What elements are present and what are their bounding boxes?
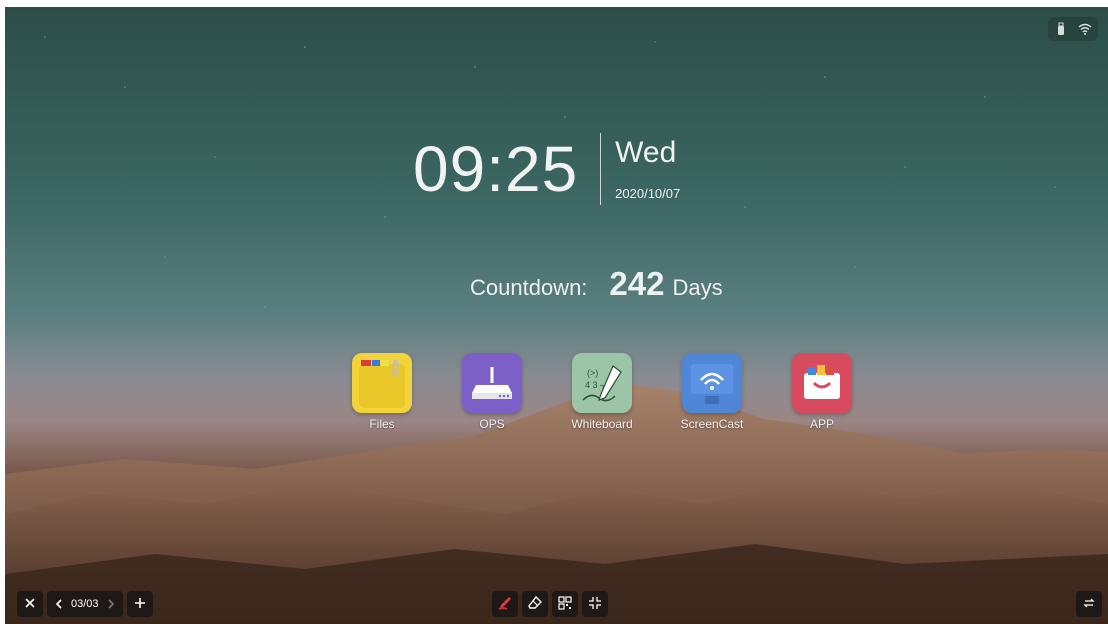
close-button[interactable] — [17, 591, 43, 617]
swap-arrows-icon — [1083, 596, 1095, 612]
wifi-icon — [1078, 22, 1092, 36]
page-indicator: 03/03 — [71, 598, 99, 610]
shrink-icon — [588, 596, 602, 613]
countdown-widget: Countdown: 242 Days — [470, 265, 723, 303]
countdown-unit: Days — [672, 275, 723, 300]
qr-code-icon — [558, 595, 572, 613]
app-label: ScreenCast — [680, 417, 744, 431]
clock-date-group: Wed 2020/10/07 — [615, 135, 681, 201]
page-navigation-bar: 03/03 — [17, 591, 153, 617]
app-files[interactable]: Files — [327, 353, 437, 431]
pen-button[interactable] — [492, 591, 518, 617]
switch-side-button[interactable] — [1076, 591, 1102, 617]
clock-widget: 09:25 Wed 2020/10/07 — [413, 133, 680, 205]
svg-text:(>): (>) — [587, 368, 598, 378]
close-icon — [24, 596, 36, 612]
add-page-button[interactable] — [126, 591, 153, 617]
shrink-button[interactable] — [582, 591, 608, 617]
clock-date: 2020/10/07 — [615, 185, 681, 201]
status-tray — [1048, 17, 1098, 41]
pen-icon — [497, 595, 513, 614]
app-label: OPS — [479, 417, 505, 431]
plus-icon — [134, 596, 146, 612]
app-ops[interactable]: OPS — [437, 353, 547, 431]
app-whiteboard[interactable]: (>) 4 3 ┐ Whiteboard — [547, 353, 657, 431]
monitor-wifi-icon — [682, 353, 742, 413]
switch-bar — [1076, 591, 1102, 617]
chevron-right-icon[interactable] — [107, 597, 115, 612]
page-pager: 03/03 — [47, 591, 123, 617]
router-icon — [462, 353, 522, 413]
app-label: APP — [809, 417, 834, 431]
toolbox-icon — [792, 353, 852, 413]
clock-divider — [600, 133, 602, 205]
eraser-button[interactable] — [522, 591, 548, 617]
pen-board-icon: (>) 4 3 ┐ — [572, 353, 632, 413]
clock-time: 09:25 — [413, 133, 579, 205]
usb-icon — [1054, 22, 1068, 36]
app-screencast[interactable]: ScreenCast — [657, 353, 767, 431]
eraser-icon — [527, 595, 543, 614]
desktop-screen: 09:25 Wed 2020/10/07 Countdown: 242 Days… — [5, 7, 1108, 624]
app-label: Files — [369, 417, 395, 431]
folder-icon — [352, 353, 412, 413]
app-app[interactable]: APP — [767, 353, 877, 431]
countdown-value: 242 — [609, 265, 665, 302]
clock-day: Wed — [615, 135, 677, 169]
chevron-left-icon[interactable] — [55, 597, 63, 612]
qr-code-button[interactable] — [552, 591, 578, 617]
app-launcher: Files OPS (>) 4 3 ┐ Whiteboard ScreenCas… — [327, 353, 877, 431]
countdown-label: Countdown: — [470, 275, 588, 300]
tool-bar — [492, 591, 608, 617]
app-label: Whiteboard — [571, 417, 633, 431]
